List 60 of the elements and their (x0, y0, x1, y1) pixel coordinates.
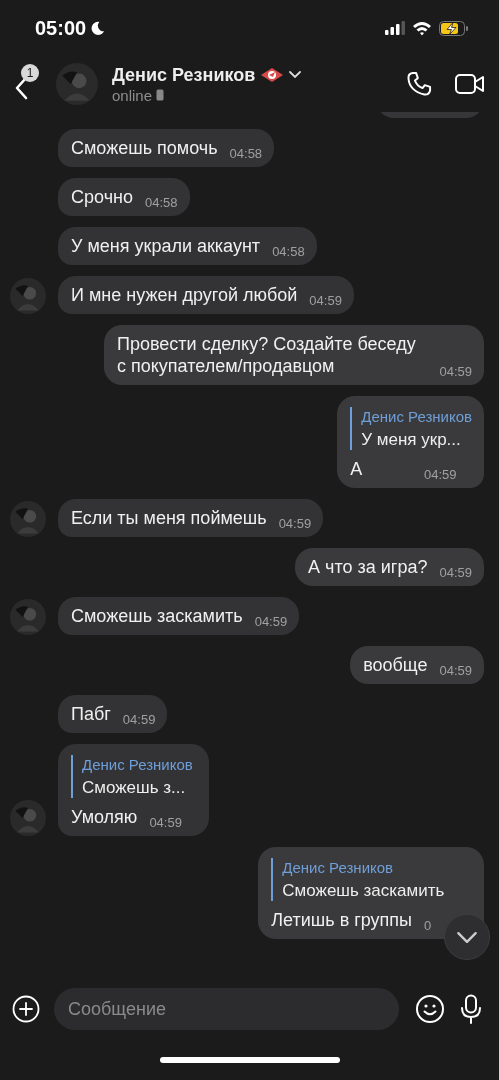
signal-icon (385, 21, 405, 35)
message-time: 04:59 (424, 467, 458, 482)
message-time: 04:58 (144, 195, 178, 210)
message-text: Срочно (71, 186, 133, 208)
scroll-down-button[interactable] (444, 914, 490, 960)
online-status: online (112, 86, 153, 104)
message-time: 04:59 (309, 293, 342, 308)
message-text: Провести сделку? Создайте беседу с покупателем/продавцом (117, 333, 417, 377)
message-time: 04:59 (149, 815, 183, 830)
phone-device-icon (156, 89, 165, 101)
message-time: 04:59 (439, 565, 472, 580)
quoted-message[interactable]: Денис Резников У меня укр... (350, 407, 472, 450)
unread-badge: 1 (21, 64, 39, 82)
message-time: 04:59 (122, 712, 156, 727)
message-time: 04:58 (272, 244, 305, 259)
back-button[interactable]: 1 (10, 62, 46, 106)
message-time: 0 (424, 918, 433, 933)
add-button[interactable] (12, 995, 40, 1023)
contact-name[interactable]: Денис Резников (112, 64, 256, 86)
emoji-button[interactable] (415, 994, 445, 1024)
microphone-button[interactable] (459, 994, 483, 1024)
message-time: 04:58 (229, 146, 263, 161)
message-text: А (350, 458, 363, 480)
chevron-down-icon[interactable] (289, 71, 302, 79)
avatar (10, 800, 46, 836)
message-time: 04:59 (254, 614, 288, 629)
message-text: Умоляю (71, 806, 138, 828)
message-time: 04:59 (278, 516, 312, 531)
quote-text: Сможешь з... (82, 777, 187, 798)
avatar (56, 63, 98, 105)
avatar (10, 501, 46, 537)
message-time: 04:59 (439, 364, 472, 379)
quote-text: Сможешь заскамить (282, 880, 446, 901)
quoted-message[interactable]: Денис Резников Сможешь заскамить (271, 858, 472, 901)
message-text: Пабг (71, 703, 111, 725)
club-emblem-icon (261, 68, 284, 82)
message-input[interactable]: Сообщение (54, 988, 399, 1030)
message-text: Сможешь заскамить (71, 605, 243, 627)
battery-charging-icon (439, 20, 469, 36)
chevron-down-icon (456, 930, 478, 944)
message-text: Сможешь помочь (71, 137, 218, 159)
quote-text: У меня укр... (361, 429, 462, 450)
message-text: А что за игра? (308, 556, 428, 578)
message-text: Если ты меня поймешь (71, 507, 267, 529)
video-call-button[interactable] (455, 73, 485, 95)
quoted-message[interactable]: Денис Резников Сможешь з... (71, 755, 198, 798)
message-time: 04:59 (439, 663, 472, 678)
message-text: И мне нужен другой любой (71, 284, 298, 306)
quote-author: Денис Резников (282, 858, 395, 878)
quote-author: Денис Резников (82, 755, 194, 775)
wifi-icon (412, 20, 432, 36)
avatar (10, 278, 46, 314)
avatar (10, 599, 46, 635)
message-text: Летишь в группы (271, 909, 412, 931)
message-text: У меня украли аккаунт (71, 235, 261, 257)
message-text: вообще (363, 654, 428, 676)
moon-icon (90, 20, 106, 36)
call-button[interactable] (405, 70, 433, 98)
quote-author: Денис Резников (361, 407, 472, 427)
status-time: 05:00 (35, 16, 87, 40)
